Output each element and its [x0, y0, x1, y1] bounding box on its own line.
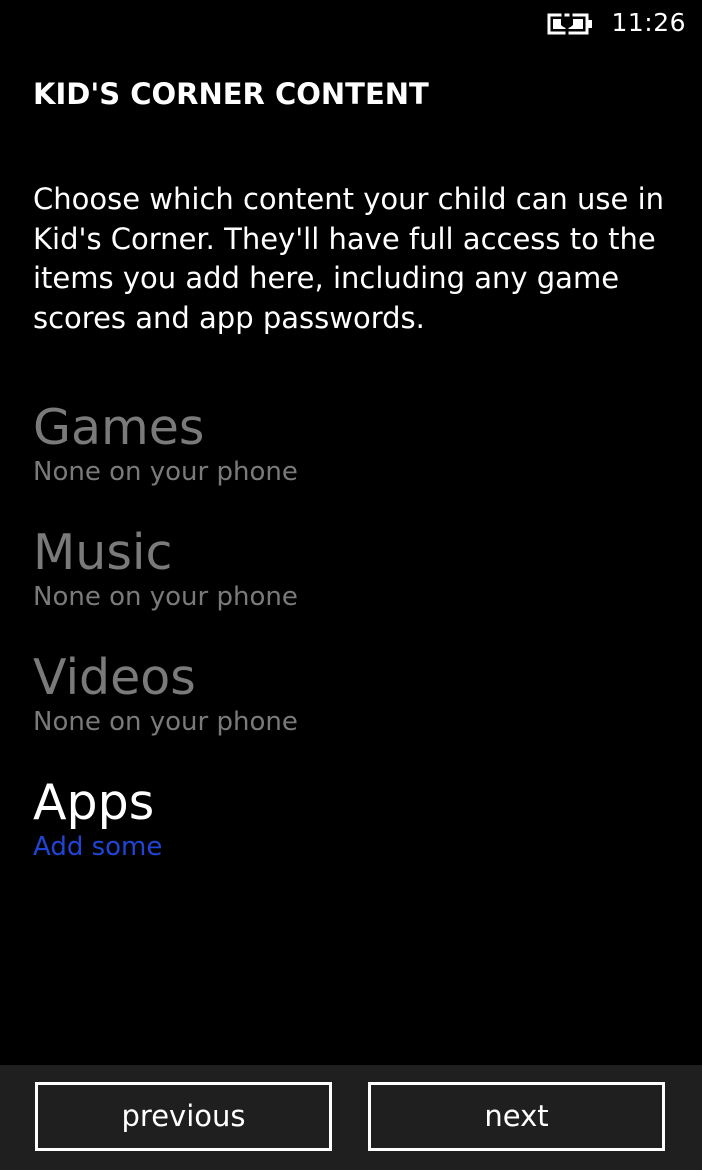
category-title[interactable]: Apps [33, 773, 162, 833]
category-status: None on your phone [33, 707, 298, 737]
previous-button[interactable]: previous [35, 1082, 332, 1151]
category-music: Music None on your phone [33, 523, 298, 613]
category-videos: Videos None on your phone [33, 648, 298, 738]
add-some-link[interactable]: Add some [33, 831, 162, 863]
battery-charging-icon [547, 13, 592, 35]
status-bar: 11:26 [0, 0, 702, 46]
category-title: Games [33, 399, 205, 456]
category-title: Videos [33, 649, 196, 706]
category-games: Games None on your phone [33, 398, 298, 488]
clock: 11:26 [611, 8, 686, 37]
category-apps[interactable]: Apps Add some [33, 773, 162, 863]
next-button[interactable]: next [368, 1082, 665, 1151]
category-status: None on your phone [33, 582, 298, 612]
page-title: KID'S CORNER CONTENT [33, 77, 429, 111]
app-bar: previous next [0, 1065, 702, 1170]
category-status: None on your phone [33, 457, 298, 487]
page-description: Choose which content your child can use … [33, 182, 665, 335]
category-title: Music [33, 524, 173, 581]
